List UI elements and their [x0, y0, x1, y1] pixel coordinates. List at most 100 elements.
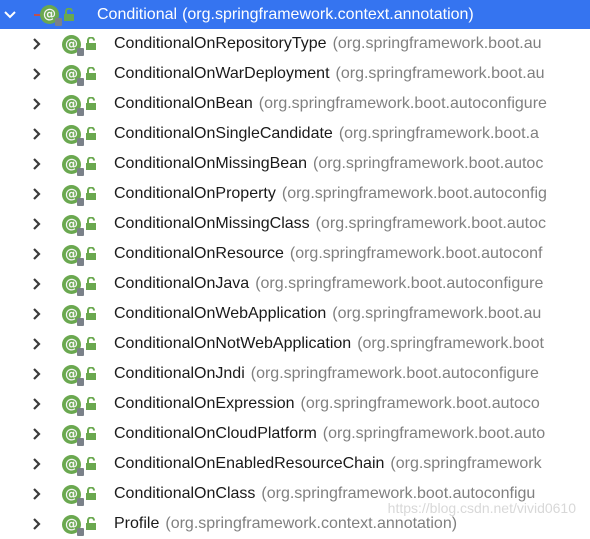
- annotation-type-icon: @: [40, 5, 62, 26]
- row-icons: @: [62, 214, 97, 236]
- tree-row[interactable]: @ ConditionalOnCloudPlatform (org.springfr…: [0, 419, 590, 449]
- root-icons: @: [40, 5, 75, 26]
- row-icons: @: [62, 154, 97, 176]
- annotation-name: ConditionalOnProperty: [114, 185, 276, 202]
- tree-row-title: ConditionalOnJava (org.springframework.bo…: [114, 275, 543, 293]
- tree-row-title: Profile (org.springframework.context.anno…: [114, 515, 457, 533]
- lock-open-icon: [86, 67, 96, 80]
- tree-row[interactable]: @ ConditionalOnWebApplication (org.springf…: [0, 299, 590, 329]
- annotation-package: (org.springframework.context.annotation): [165, 515, 458, 532]
- annotation-name: ConditionalOnResource: [114, 245, 284, 262]
- lock-open-icon: [86, 517, 96, 530]
- tree-row-title: ConditionalOnWebApplication (org.springfr…: [114, 305, 541, 323]
- row-icons: @: [62, 244, 97, 266]
- tree-row-title: ConditionalOnMissingClass (org.springfram…: [114, 215, 546, 233]
- annotation-type-icon: @: [62, 454, 84, 476]
- lock-open-icon: [86, 277, 96, 290]
- tree-row-title: Conditional (org.springframework.context.…: [97, 6, 474, 24]
- tree-row-title: ConditionalOnSingleCandidate (org.springf…: [114, 125, 539, 143]
- tree-row-title: ConditionalOnJndi (org.springframework.bo…: [114, 365, 539, 383]
- annotation-type-icon: @: [62, 334, 84, 356]
- chevron-right-icon[interactable]: [27, 209, 47, 239]
- tree-row-title: ConditionalOnResource (org.springframewor…: [114, 245, 542, 263]
- annotation-package: (org.springframework.boot.autoconfigure: [250, 365, 539, 382]
- row-icons: @: [62, 424, 97, 446]
- lock-open-icon: [86, 307, 96, 320]
- tree-row[interactable]: @ ConditionalOnMissingClass (org.springfra…: [0, 209, 590, 239]
- tree-row[interactable]: @ ConditionalOnJndi (org.springframework.b…: [0, 359, 590, 389]
- chevron-right-icon[interactable]: [27, 29, 47, 59]
- tree-row[interactable]: @ ConditionalOnNotWebApplication (org.spri…: [0, 329, 590, 359]
- tree-row-title: ConditionalOnEnabledResourceChain (org.sp…: [114, 455, 542, 473]
- lock-open-icon: [86, 457, 96, 470]
- tree-row-title: ConditionalOnClass (org.springframework.b…: [114, 485, 535, 503]
- tree-row[interactable]: @ ConditionalOnExpression (org.springframe…: [0, 389, 590, 419]
- annotation-name: ConditionalOnEnabledResourceChain: [114, 455, 385, 472]
- chevron-right-icon[interactable]: [27, 239, 47, 269]
- chevron-right-icon[interactable]: [27, 149, 47, 179]
- chevron-down-icon[interactable]: [0, 0, 20, 29]
- annotation-package: (org.springframework.boot.autoc: [313, 155, 544, 172]
- annotation-type-icon: @: [62, 64, 84, 86]
- annotation-type-icon: @: [62, 124, 84, 146]
- annotation-type-icon: @: [62, 94, 84, 116]
- tree-row-title: ConditionalOnWarDeployment (org.springfra…: [114, 65, 545, 83]
- tree-row[interactable]: @ ConditionalOnBean (org.springframework.b…: [0, 89, 590, 119]
- annotation-package: (org.springframework.boot.autoconfigure: [258, 95, 547, 112]
- annotation-name: ConditionalOnRepositoryType: [114, 35, 327, 52]
- chevron-right-icon[interactable]: [27, 449, 47, 479]
- lock-open-icon: [86, 367, 96, 380]
- chevron-right-icon[interactable]: [27, 359, 47, 389]
- tree-row[interactable]: @ ConditionalOnEnabledResourceChain (org.s…: [0, 449, 590, 479]
- lock-open-icon: [86, 97, 96, 110]
- chevron-right-icon[interactable]: [27, 389, 47, 419]
- lock-open-icon: [86, 127, 96, 140]
- row-icons: @: [62, 304, 97, 326]
- chevron-right-icon[interactable]: [27, 299, 47, 329]
- tree-row[interactable]: @ ConditionalOnMissingBean (org.springfram…: [0, 149, 590, 179]
- annotation-type-icon: @: [62, 274, 84, 296]
- chevron-right-icon[interactable]: [27, 179, 47, 209]
- annotation-name: ConditionalOnJndi: [114, 365, 245, 382]
- tree-row[interactable]: @ Profile (org.springframework.context.ann…: [0, 509, 590, 539]
- row-icons: @: [62, 94, 97, 116]
- annotation-name: Profile: [114, 515, 160, 532]
- chevron-right-icon[interactable]: [27, 59, 47, 89]
- tree-row[interactable]: @ ConditionalOnProperty (org.springframewo…: [0, 179, 590, 209]
- tree-row[interactable]: @ ConditionalOnResource (org.springframewo…: [0, 239, 590, 269]
- annotation-name: ConditionalOnSingleCandidate: [114, 125, 333, 142]
- chevron-right-icon[interactable]: [27, 419, 47, 449]
- row-icons: @: [62, 124, 97, 146]
- tree-row[interactable]: @ ConditionalOnClass (org.springframework.…: [0, 479, 590, 509]
- chevron-right-icon[interactable]: [27, 89, 47, 119]
- annotation-type-icon: @: [62, 424, 84, 446]
- annotation-name: ConditionalOnExpression: [114, 395, 295, 412]
- annotation-name: ConditionalOnCloudPlatform: [114, 425, 317, 442]
- tree-row-title: ConditionalOnRepositoryType (org.springfr…: [114, 35, 542, 53]
- tree-row[interactable]: @ ConditionalOnSingleCandidate (org.spring…: [0, 119, 590, 149]
- annotation-type-icon: @: [62, 184, 84, 206]
- chevron-right-icon[interactable]: [27, 479, 47, 509]
- tree-row-root[interactable]: @ Conditional (org.springframework.contex…: [0, 0, 590, 29]
- chevron-right-icon[interactable]: [27, 119, 47, 149]
- annotation-type-icon: @: [62, 484, 84, 506]
- lock-open-icon: [86, 37, 96, 50]
- annotation-package: (org.springframework.boot.au: [332, 35, 542, 52]
- annotation-package: (org.springframework.boot: [357, 335, 544, 352]
- row-icons: @: [62, 274, 97, 296]
- row-icons: @: [62, 64, 97, 86]
- tree-children: @ ConditionalOnRepositoryType (org.springf…: [0, 29, 590, 539]
- lock-open-icon: [86, 187, 96, 200]
- tree-row[interactable]: @ ConditionalOnJava (org.springframework.b…: [0, 269, 590, 299]
- chevron-right-icon[interactable]: [27, 509, 47, 539]
- lock-open-icon: [86, 337, 96, 350]
- lock-open-icon: [86, 157, 96, 170]
- chevron-right-icon[interactable]: [27, 329, 47, 359]
- chevron-right-icon[interactable]: [27, 269, 47, 299]
- tree-row[interactable]: @ ConditionalOnWarDeployment (org.springfr…: [0, 59, 590, 89]
- annotation-name: ConditionalOnJava: [114, 275, 250, 292]
- annotation-package: (org.springframework.boot.autoconfigu: [261, 485, 536, 502]
- annotation-name: ConditionalOnMissingBean: [114, 155, 307, 172]
- tree-row[interactable]: @ ConditionalOnRepositoryType (org.springf…: [0, 29, 590, 59]
- root-package: (org.springframework.context.annotation): [182, 5, 474, 23]
